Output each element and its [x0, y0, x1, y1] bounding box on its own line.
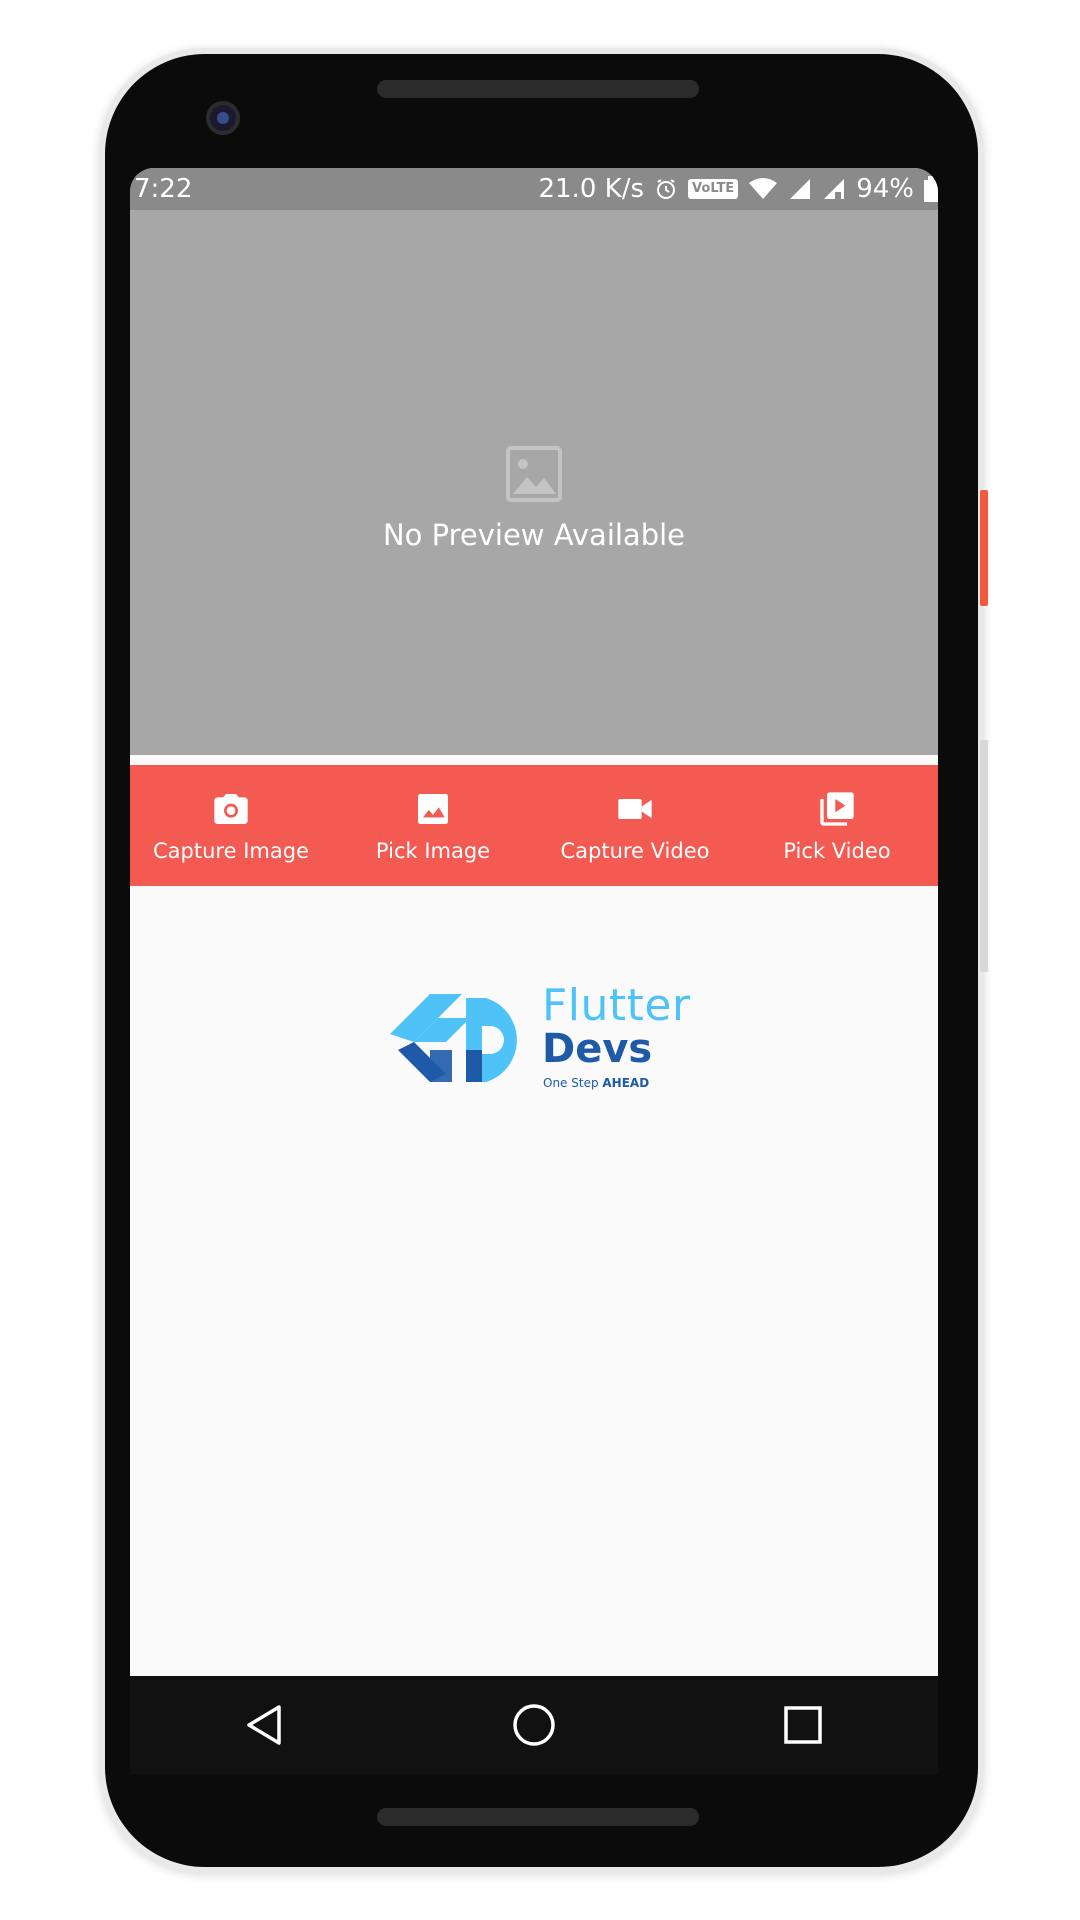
- recents-icon: [784, 1706, 823, 1744]
- volume-button: [980, 740, 988, 972]
- status-indicators: 21.0 K/s VoLTE 94%: [539, 174, 938, 204]
- videocam-icon: [618, 798, 652, 819]
- wifi-icon: [749, 178, 778, 199]
- pick-image-label: Pick Image: [375, 838, 491, 863]
- flutterdevs-logo-mark: [390, 994, 517, 1082]
- signal-roaming-icon: [824, 179, 845, 199]
- nav-back-button[interactable]: [235, 1695, 295, 1755]
- status-time: 7:22: [134, 174, 193, 204]
- logo-flutter-text: Flutter: [542, 980, 691, 1031]
- home-icon: [513, 1704, 555, 1746]
- signal-icon: [790, 179, 811, 199]
- capture-image-label: Capture Image: [153, 838, 309, 863]
- battery-percent: 94%: [856, 174, 914, 204]
- pick-video-button[interactable]: Pick Video: [736, 765, 938, 886]
- nav-recents-button[interactable]: [773, 1695, 833, 1755]
- logo-tagline: One Step AHEAD: [543, 1076, 649, 1090]
- video-library-icon: [820, 791, 854, 826]
- pick-image-button[interactable]: Pick Image: [332, 765, 534, 886]
- image-icon: [418, 793, 448, 824]
- camera-icon: [214, 793, 248, 824]
- bottom-speaker: [377, 1808, 699, 1826]
- logo-tagline-bold: AHEAD: [602, 1076, 650, 1090]
- front-camera: [206, 101, 240, 135]
- capture-image-button[interactable]: Capture Image: [130, 765, 332, 886]
- back-icon: [246, 1705, 281, 1745]
- no-preview-text: No Preview Available: [382, 518, 686, 552]
- volte-badge: VoLTE: [688, 179, 739, 199]
- screen: 7:22 21.0 K/s VoLTE 94% No Preview Avail…: [130, 168, 938, 1676]
- logo-tagline-prefix: One Step: [543, 1076, 603, 1090]
- pick-video-label: Pick Video: [783, 838, 891, 863]
- battery-icon: [924, 176, 938, 202]
- capture-video-button[interactable]: Capture Video: [534, 765, 736, 886]
- earpiece-speaker: [377, 80, 699, 98]
- media-preview: No Preview Available: [130, 210, 938, 755]
- action-bar: Capture Image Pick Image Capture Video P…: [130, 765, 938, 886]
- flutterdevs-logo: Flutter Devs One Step AHEAD: [390, 978, 700, 1090]
- alarm-icon: [657, 179, 676, 199]
- status-bar: 7:22 21.0 K/s VoLTE 94%: [130, 168, 938, 210]
- nav-home-button[interactable]: [504, 1695, 564, 1755]
- logo-devs-text: Devs: [542, 1026, 653, 1072]
- network-speed: 21.0 K/s: [538, 174, 645, 204]
- navigation-bar: [130, 1676, 938, 1774]
- image-placeholder-icon: [506, 446, 562, 502]
- power-button: [980, 490, 988, 606]
- capture-video-label: Capture Video: [560, 838, 710, 863]
